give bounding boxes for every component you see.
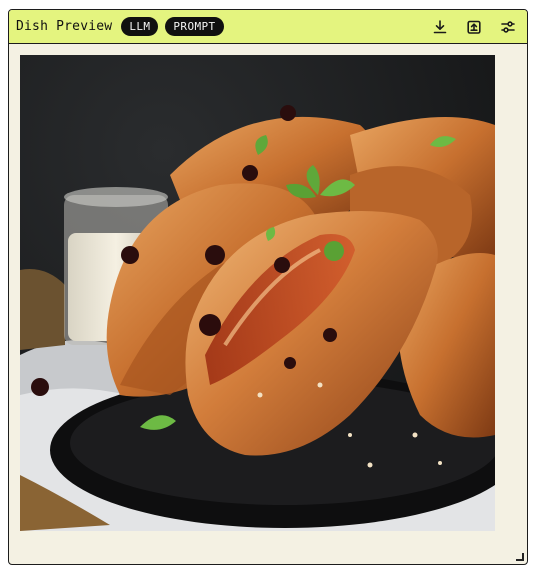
sliders-icon[interactable] — [497, 16, 519, 38]
dish-preview-node[interactable]: Dish Preview LLM PROMPT — [8, 9, 528, 565]
prompt-badge[interactable]: PROMPT — [165, 17, 224, 36]
upload-icon[interactable] — [463, 16, 485, 38]
node-title: Dish Preview — [16, 19, 113, 34]
dish-image — [20, 55, 495, 531]
resize-handle[interactable] — [516, 553, 524, 561]
llm-badge[interactable]: LLM — [121, 17, 159, 36]
node-header[interactable]: Dish Preview LLM PROMPT — [9, 10, 527, 44]
chicken-wings-photo — [20, 55, 495, 531]
download-icon[interactable] — [429, 16, 451, 38]
